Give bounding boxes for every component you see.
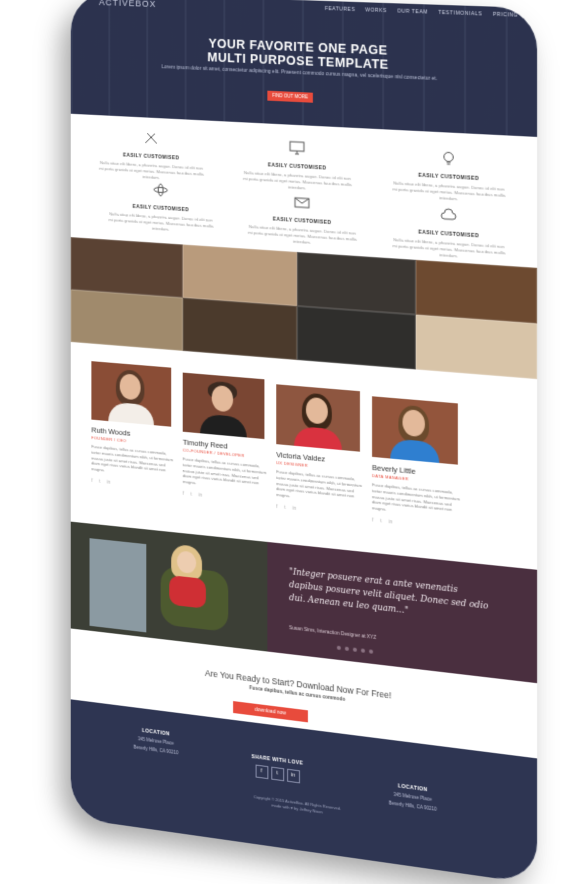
brand-logo[interactable]: ACTIVEBOX (99, 0, 156, 9)
pager-dot[interactable] (369, 649, 373, 654)
feature-card: EASILY CUSTOMISED Nulla vitae elit liber… (108, 180, 213, 236)
portfolio-photo[interactable] (297, 306, 415, 369)
feature-card: EASILY CUSTOMISED Nulla vitae elit liber… (243, 138, 352, 194)
linkedin-icon[interactable]: in (199, 492, 202, 497)
nav-item-testimonials[interactable]: TESTIMONIALS (438, 10, 482, 18)
feature-card: EASILY CUSTOMISED Nulla vitae elit liber… (392, 205, 505, 263)
team-member: Ruth Woods FOUNDER / CEO Fusce dapibus, … (91, 361, 173, 491)
member-bio: Fusce dapibus, tellus ac cursus commodo,… (183, 456, 267, 493)
twitter-icon[interactable]: t (380, 518, 381, 523)
portfolio-photo[interactable] (71, 237, 182, 298)
portfolio-photo[interactable] (415, 260, 537, 324)
atom-icon (153, 183, 168, 198)
cloud-icon (440, 207, 456, 222)
linkedin-icon[interactable]: in (389, 519, 393, 524)
feature-card: EASILY CUSTOMISED Nulla vitae elit liber… (392, 148, 505, 205)
linkedin-icon[interactable]: in (293, 506, 296, 511)
portfolio-photo[interactable] (297, 252, 415, 315)
feature-text: Nulla vitae elit libero, a pharetra augu… (248, 224, 357, 249)
portfolio-photo[interactable] (182, 244, 297, 306)
twitter-icon[interactable]: t (284, 505, 285, 510)
twitter-icon[interactable]: t (99, 479, 100, 484)
member-photo (372, 396, 458, 464)
facebook-icon[interactable]: f (255, 764, 268, 779)
top-nav: FEATURES WORKS OUR TEAM TESTIMONIALS PRI… (325, 6, 518, 19)
facebook-icon[interactable]: f (183, 491, 184, 496)
member-bio: Fusce dapibus, tellus ac cursus commodo,… (372, 482, 460, 520)
envelope-icon (294, 195, 310, 210)
facebook-icon[interactable]: f (91, 478, 92, 483)
pager-dot[interactable] (337, 646, 341, 650)
nav-item-features[interactable]: FEATURES (325, 6, 355, 13)
monitor-icon (289, 141, 305, 156)
lightbulb-icon (440, 150, 456, 165)
member-social: f t in (276, 504, 362, 517)
footer-location: LOCATION 345 Melrose Place Beverly Hills… (113, 724, 199, 759)
feature-text: Nulla vitae elit libero, a pharetra augu… (108, 211, 213, 235)
pencil-ruler-icon (143, 131, 158, 146)
member-photo (276, 384, 360, 451)
facebook-icon[interactable]: f (372, 517, 373, 522)
portfolio-photo[interactable] (182, 298, 297, 360)
member-bio: Fusce dapibus, tellus ac cursus commodo,… (276, 469, 362, 506)
feature-card: EASILY CUSTOMISED Nulla vitae elit liber… (248, 192, 357, 249)
download-now-button[interactable]: download now (233, 701, 308, 722)
stage: ACTIVEBOX FEATURES WORKS OUR TEAM TESTIM… (0, 0, 578, 854)
member-photo (91, 361, 171, 427)
find-out-more-button[interactable]: FIND OUT MORE (267, 91, 313, 103)
member-social: f t in (372, 517, 460, 531)
testimonial-quote: "Integer posuere erat a ante venenatis d… (289, 566, 492, 628)
portfolio-photo[interactable] (71, 290, 182, 351)
nav-item-team[interactable]: OUR TEAM (397, 8, 428, 15)
twitter-icon[interactable]: t (191, 492, 192, 497)
team-member: Victoria Valdez UX DESIGNER Fusce dapibu… (276, 384, 362, 517)
member-bio: Fusce dapibus, tellus ac cursus commodo,… (91, 444, 173, 480)
facebook-icon[interactable]: f (276, 504, 277, 509)
feature-card: EASILY CUSTOMISED Nulla vitae elit liber… (99, 129, 204, 184)
twitter-icon[interactable]: t (271, 767, 284, 782)
pager-dot[interactable] (345, 647, 349, 651)
feature-text: Nulla vitae elit libero, a pharetra augu… (243, 170, 352, 194)
nav-item-works[interactable]: WORKS (365, 7, 387, 14)
made-with-text: made with ♥ by Jeffrey Nixon (71, 775, 537, 845)
member-photo (183, 373, 265, 439)
testimonial-pager (337, 646, 373, 654)
member-social: f t in (91, 478, 173, 491)
team-member: Timothy Reed CO-FOUNDER / DEVELOPER Fusc… (183, 373, 267, 504)
linkedin-icon[interactable]: in (107, 479, 110, 484)
team-member: Beverly Little DATA MANAGER Fusce dapibu… (372, 396, 460, 531)
pager-dot[interactable] (353, 647, 357, 651)
portfolio-photo[interactable] (415, 315, 537, 380)
feature-text: Nulla vitae elit libero, a pharetra augu… (392, 180, 505, 205)
pager-dot[interactable] (361, 648, 365, 653)
footer-share: SHARE WITH LOVE f t in (233, 752, 322, 787)
testimonial-author: Susan Sims, Interaction Designer at XYZ (289, 626, 376, 641)
member-social: f t in (183, 491, 267, 504)
linkedin-icon[interactable]: in (287, 769, 300, 784)
nav-item-pricing[interactable]: PRICING (493, 12, 518, 19)
phone-mockup: ACTIVEBOX FEATURES WORKS OUR TEAM TESTIM… (71, 0, 537, 884)
